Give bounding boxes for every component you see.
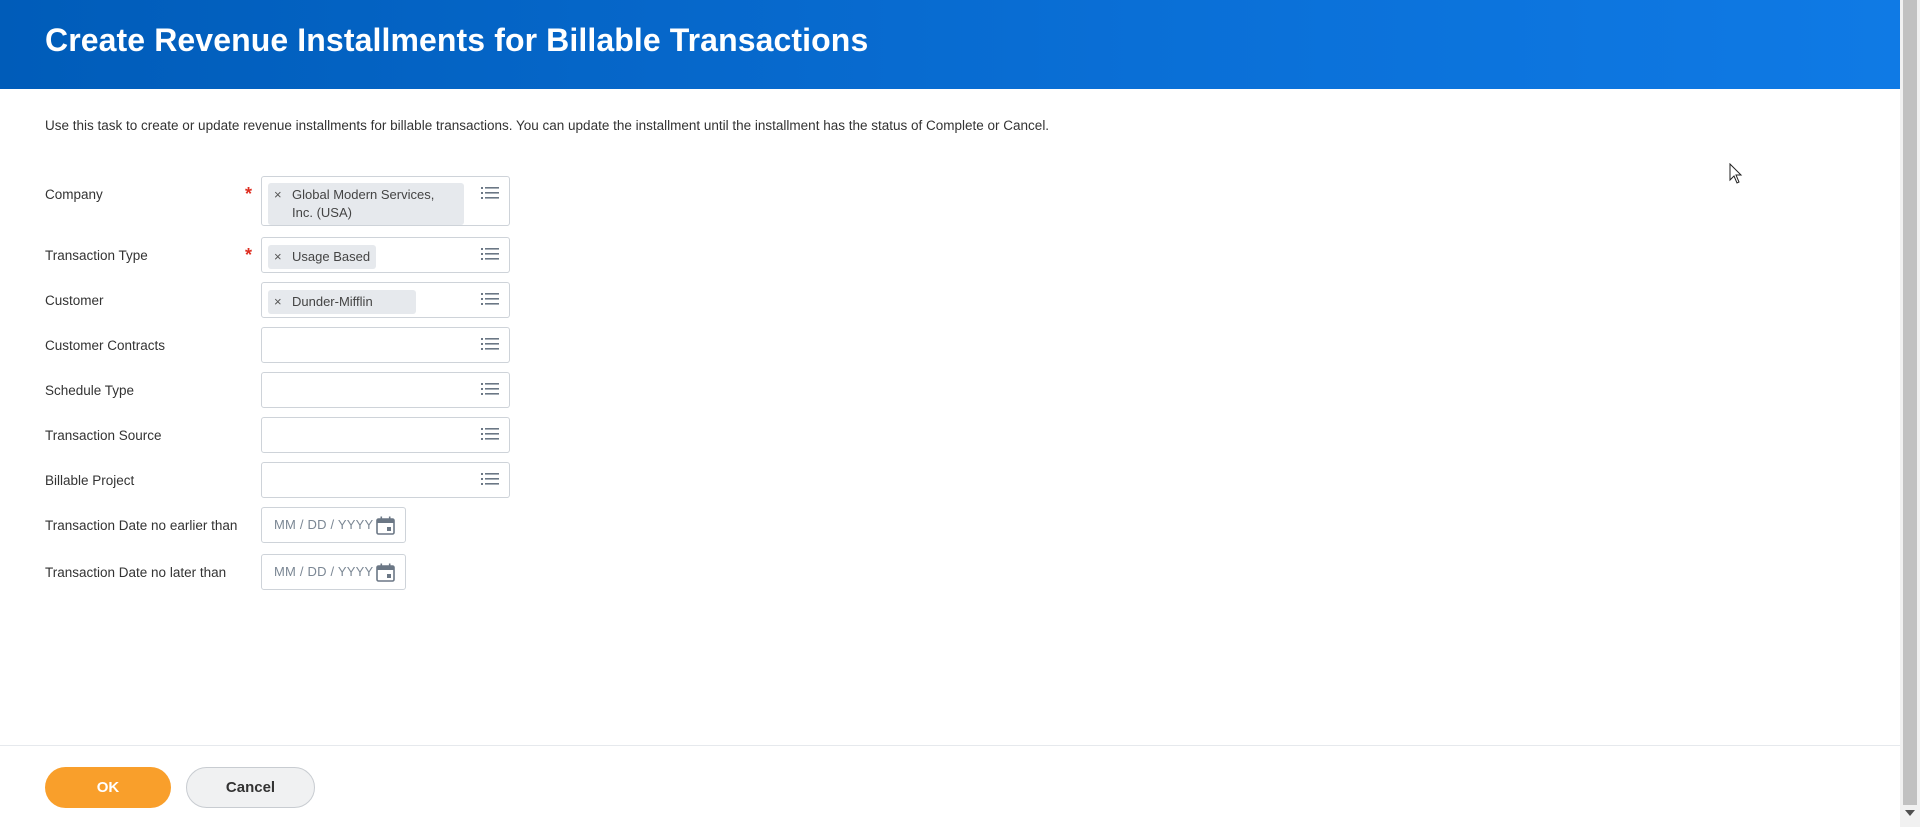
transaction-source-prompt[interactable] [261, 417, 510, 453]
list-icon[interactable] [481, 472, 499, 486]
customer-prompt[interactable]: × Dunder-Mifflin [261, 282, 510, 318]
transaction-type-value: Usage Based [292, 249, 371, 264]
close-icon[interactable]: × [274, 186, 282, 204]
date-from-label: Transaction Date no earlier than [45, 518, 238, 533]
list-icon[interactable] [481, 382, 499, 396]
list-icon[interactable] [481, 292, 499, 306]
customer-value: Dunder-Mifflin [292, 294, 373, 309]
company-label: Company [45, 187, 103, 202]
company-pill[interactable]: × Global Modern Services, Inc. (USA) [268, 183, 464, 225]
customer-label: Customer [45, 293, 104, 308]
field-customer-contracts: Customer Contracts [45, 327, 515, 363]
company-prompt[interactable]: × Global Modern Services, Inc. (USA) [261, 176, 510, 226]
calendar-icon[interactable] [376, 516, 395, 535]
close-icon[interactable]: × [274, 293, 282, 311]
date-placeholder: MM / DD / YYYY [274, 564, 374, 579]
customer-contracts-label: Customer Contracts [45, 338, 166, 353]
billable-project-prompt[interactable] [261, 462, 510, 498]
field-transaction-type: Transaction Type * × Usage Based [45, 237, 515, 273]
transaction-source-label: Transaction Source [45, 428, 162, 443]
customer-pill[interactable]: × Dunder-Mifflin [268, 290, 416, 314]
date-to-label: Transaction Date no later than [45, 565, 227, 580]
instructions-text: Use this task to create or update revenu… [45, 118, 1050, 133]
list-icon[interactable] [481, 247, 499, 261]
schedule-type-label: Schedule Type [45, 383, 135, 398]
mouse-cursor-icon [1729, 163, 1743, 184]
ok-button[interactable]: OK [45, 767, 171, 808]
footer-divider [0, 745, 1900, 746]
field-date-from: Transaction Date no earlier than MM / DD… [45, 507, 515, 543]
list-icon[interactable] [481, 337, 499, 351]
billable-project-label: Billable Project [45, 473, 135, 488]
date-from-input[interactable]: MM / DD / YYYY [261, 507, 406, 543]
transaction-type-label: Transaction Type [45, 248, 148, 263]
required-marker: * [245, 245, 253, 265]
scrollbar-thumb[interactable] [1903, 0, 1917, 805]
schedule-type-prompt[interactable] [261, 372, 510, 408]
calendar-icon[interactable] [376, 563, 395, 582]
page-header: Create Revenue Installments for Billable… [0, 0, 1900, 89]
transaction-type-pill[interactable]: × Usage Based [268, 245, 377, 269]
page-title: Create Revenue Installments for Billable… [45, 22, 869, 58]
scroll-down-arrow-icon[interactable] [1905, 810, 1915, 816]
company-value: Global Modern Services, Inc. (USA) [292, 187, 435, 220]
date-to-input[interactable]: MM / DD / YYYY [261, 554, 406, 590]
field-customer: Customer × Dunder-Mifflin [45, 282, 515, 318]
required-marker: * [245, 184, 253, 204]
field-company: Company * × Global Modern Services, Inc.… [45, 176, 515, 226]
page: Create Revenue Installments for Billable… [0, 0, 1920, 827]
list-icon[interactable] [481, 186, 499, 200]
customer-contracts-prompt[interactable] [261, 327, 510, 363]
close-icon[interactable]: × [274, 248, 282, 266]
field-billable-project: Billable Project [45, 462, 515, 498]
cancel-button[interactable]: Cancel [186, 767, 315, 808]
vertical-scrollbar[interactable] [1900, 0, 1920, 827]
date-placeholder: MM / DD / YYYY [274, 517, 374, 532]
transaction-type-prompt[interactable]: × Usage Based [261, 237, 510, 273]
field-schedule-type: Schedule Type [45, 372, 515, 408]
list-icon[interactable] [481, 427, 499, 441]
field-transaction-source: Transaction Source [45, 417, 515, 453]
field-date-to: Transaction Date no later than MM / DD /… [45, 554, 515, 590]
